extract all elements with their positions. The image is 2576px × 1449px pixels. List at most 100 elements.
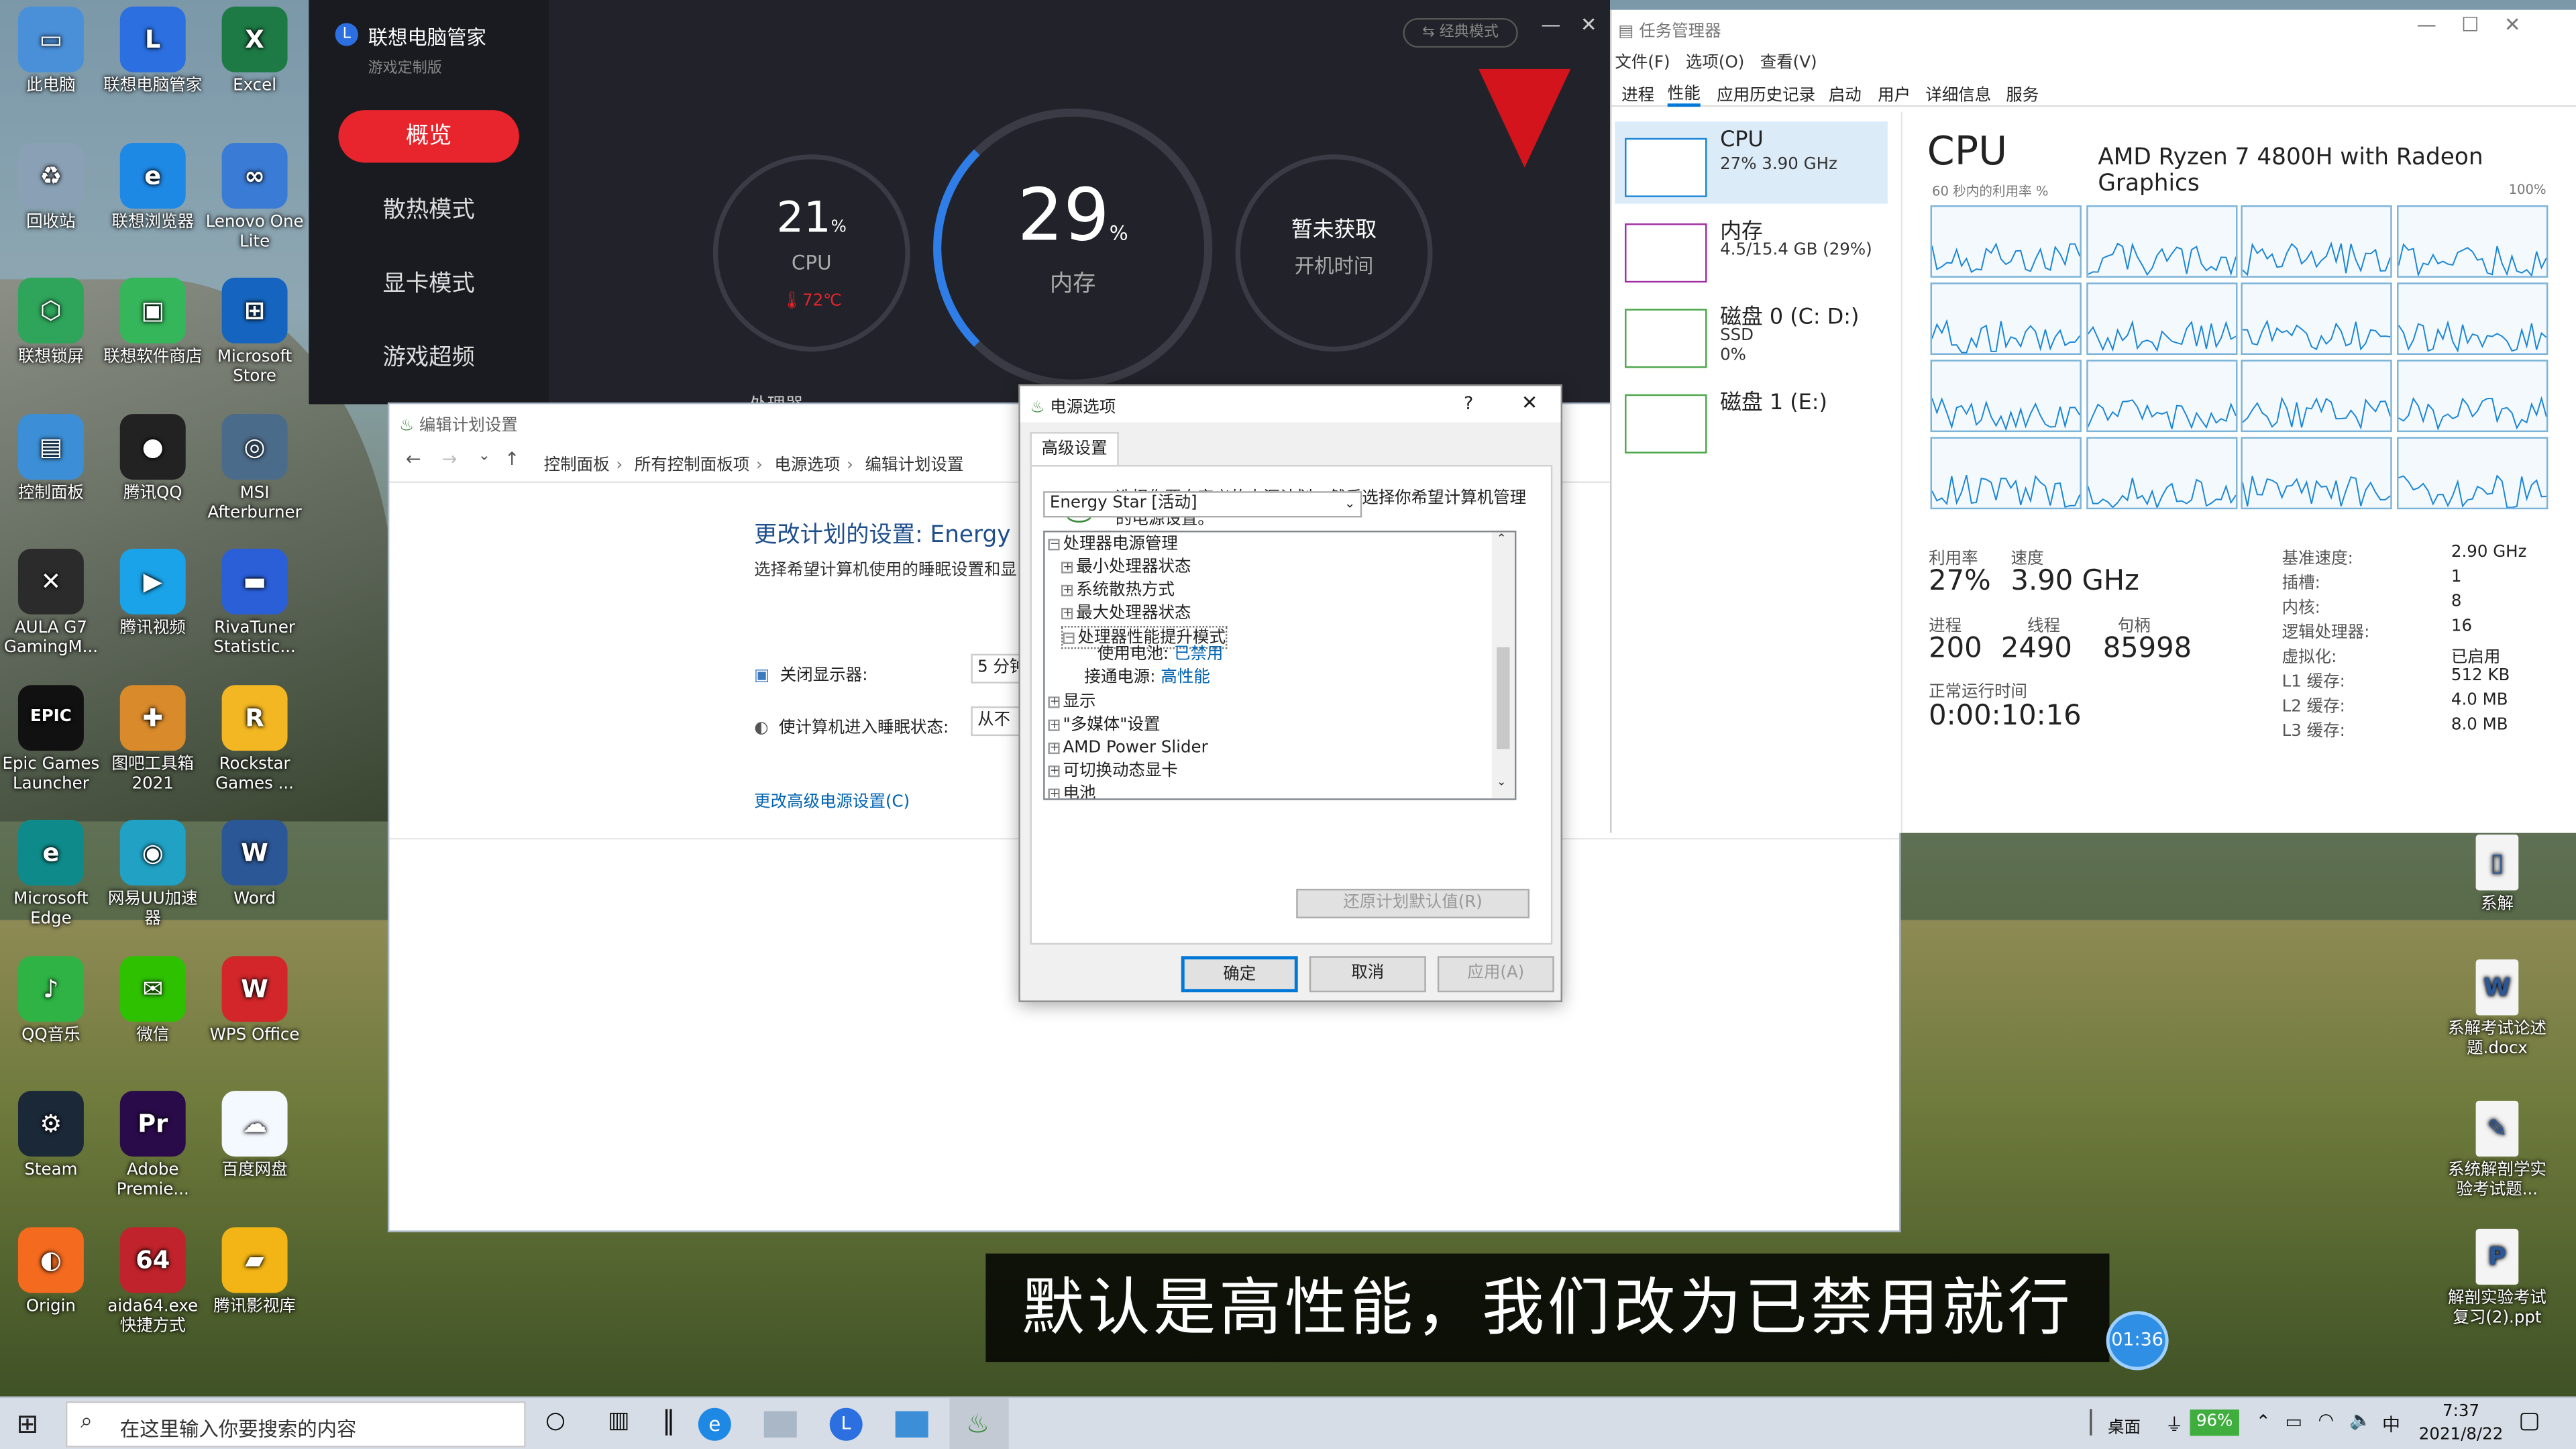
tree-node[interactable]: + 显示: [1048, 692, 1095, 714]
expand-toggle-icon[interactable]: +: [1048, 696, 1060, 708]
breadcrumb[interactable]: 控制面板 › 所有控制面板项 › 电源选项 › 编辑计划设置: [544, 450, 964, 475]
side-thumbnail-graph[interactable]: [1625, 138, 1707, 197]
apply-button[interactable]: 应用(A): [1437, 956, 1554, 993]
side-item-name[interactable]: 磁盘 0 (C: D:): [1720, 299, 1859, 331]
plug-icon[interactable]: ⏚: [2165, 1411, 2184, 1438]
expand-toggle-icon[interactable]: −: [1063, 632, 1075, 645]
desktop-icon[interactable]: ▶ 腾讯视频: [103, 548, 202, 639]
breadcrumb-control-panel[interactable]: 控制面板: [544, 457, 610, 475]
desktop-icon[interactable]: ▤ 控制面板: [1, 413, 100, 504]
tree-battery-setting[interactable]: 使用电池: 已禁用: [1097, 644, 1224, 667]
side-thumbnail-graph[interactable]: [1625, 394, 1707, 453]
tree-ac-setting[interactable]: 接通电源: 高性能: [1084, 667, 1210, 690]
desktop-icon[interactable]: EPIC Epic Games Launcher: [1, 684, 100, 794]
close-icon[interactable]: ✕: [1521, 391, 1538, 414]
ac-value[interactable]: 高性能: [1161, 669, 1210, 687]
expand-toggle-icon[interactable]: +: [1048, 765, 1060, 777]
battery-value[interactable]: 已禁用: [1174, 645, 1223, 663]
plan-select[interactable]: Energy Star [活动] ⌄: [1043, 491, 1362, 518]
desktop-icon[interactable]: ✚ 图吧工具箱2021: [103, 684, 202, 794]
restore-defaults-button[interactable]: 还原计划默认值(R): [1296, 888, 1530, 918]
tab-performance[interactable]: 性能: [1667, 79, 1701, 107]
tree-node[interactable]: − 处理器电源管理: [1048, 534, 1178, 557]
battery-icon[interactable]: ▭: [2286, 1411, 2302, 1433]
desktop-icon[interactable]: ▬ RivaTuner Statistic...: [205, 548, 304, 659]
desktop-icon[interactable]: ✕ AULA G7 GamingM...: [1, 548, 100, 659]
task-view-icon[interactable]: ▥: [608, 1408, 629, 1434]
taskbar-control-panel-icon[interactable]: [895, 1411, 928, 1438]
desktop-file-icon[interactable]: ✎ 系统解剖学实验考试题...: [2445, 1100, 2550, 1201]
side-item-name[interactable]: CPU: [1720, 128, 1764, 153]
tree-node[interactable]: + 可切换动态显卡: [1048, 761, 1178, 784]
recording-timer[interactable]: 01:36: [2106, 1311, 2169, 1371]
settings-tree[interactable]: − 处理器电源管理 + 最小处理器状态 + 系统散热方式 + 最大处理器状态 − 处理器性能提升模…: [1043, 531, 1517, 800]
desktop-icon[interactable]: 64 aida64.exe 快捷方式: [103, 1226, 202, 1336]
tab-processes[interactable]: 进程: [1621, 80, 1654, 105]
expand-toggle-icon[interactable]: +: [1061, 584, 1073, 596]
back-icon[interactable]: ←: [406, 449, 421, 470]
desktop-file-icon[interactable]: W 系解考试论述题.docx: [2445, 959, 2550, 1059]
desktop-icon[interactable]: L 联想电脑管家: [103, 6, 202, 97]
breadcrumb-all-items[interactable]: 所有控制面板项: [635, 457, 749, 475]
desktop-icon[interactable]: W Word: [205, 820, 304, 910]
menu-cooling-mode[interactable]: 散热模式: [338, 184, 519, 236]
desktop-icon[interactable]: R Rockstar Games ...: [205, 684, 304, 794]
tree-node[interactable]: + 系统散热方式: [1061, 580, 1175, 602]
desktop-file-icon[interactable]: ▯ 系解: [2445, 835, 2550, 915]
desktop-icon[interactable]: ⬡ 联想锁屏: [1, 277, 100, 368]
desktop-icon[interactable]: Pr Adobe Premie...: [103, 1091, 202, 1201]
chevron-down-icon[interactable]: ⌄: [1497, 775, 1506, 789]
menu-file[interactable]: 文件(F): [1615, 54, 1670, 72]
tree-scrollbar[interactable]: ⌃ ⌄: [1491, 532, 1515, 799]
tab-app-history[interactable]: 应用历史记录: [1717, 80, 1815, 105]
volume-icon[interactable]: 🔈: [2349, 1409, 2372, 1431]
cortana-icon[interactable]: ○: [545, 1408, 566, 1434]
menu-view[interactable]: 查看(V): [1760, 54, 1817, 72]
window-controls[interactable]: — ☐ ✕: [2416, 13, 2520, 36]
ime-indicator[interactable]: 中: [2382, 1411, 2400, 1438]
desktop-icon[interactable]: ◐ Origin: [1, 1226, 100, 1317]
side-item-name[interactable]: 磁盘 1 (E:): [1720, 384, 1827, 416]
desktop-icon[interactable]: X Excel: [205, 6, 304, 97]
menu-game-overclock[interactable]: 游戏超频: [338, 332, 519, 384]
side-thumbnail-graph[interactable]: [1625, 309, 1707, 368]
menu-options[interactable]: 选项(O): [1686, 54, 1744, 72]
help-button[interactable]: ?: [1464, 392, 1473, 414]
taskbar-power-options-active[interactable]: ♨: [949, 1398, 1009, 1449]
tree-node[interactable]: + AMD Power Slider: [1048, 738, 1208, 761]
chevron-up-icon[interactable]: ⌃: [1497, 532, 1506, 545]
desktop-icon[interactable]: ⚙ Steam: [1, 1091, 100, 1181]
notification-icon[interactable]: ▢: [2518, 1408, 2540, 1434]
desktop-icon[interactable]: ▭ 此电脑: [1, 6, 100, 97]
expand-toggle-icon[interactable]: +: [1048, 742, 1060, 755]
desktop-icon[interactable]: ♪ QQ音乐: [1, 955, 100, 1046]
close-icon[interactable]: ✕: [1580, 13, 1597, 36]
breadcrumb-power-options[interactable]: 电源选项: [774, 457, 840, 475]
desktop-icon[interactable]: ✉ 微信: [103, 955, 202, 1046]
cancel-button[interactable]: 取消: [1309, 956, 1426, 993]
expand-toggle-icon[interactable]: +: [1048, 788, 1060, 799]
tab-services[interactable]: 服务: [2006, 80, 2039, 105]
up-icon[interactable]: ↑: [504, 449, 520, 470]
desktop-icon[interactable]: e 联想浏览器: [103, 142, 202, 233]
expand-toggle-icon[interactable]: −: [1048, 538, 1060, 551]
forward-icon[interactable]: →: [442, 449, 458, 470]
classic-mode-button[interactable]: ⇆ 经典模式: [1403, 17, 1518, 48]
desktop-file-icon[interactable]: P 解剖实验考试复习(2).ppt: [2445, 1228, 2550, 1329]
desktop-icon[interactable]: e Microsoft Edge: [1, 820, 100, 930]
desktop-icon[interactable]: ☁ 百度网盘: [205, 1091, 304, 1181]
desktop-icon[interactable]: ∞ Lenovo One Lite: [205, 142, 304, 252]
battery-indicator[interactable]: 96%: [2190, 1409, 2239, 1436]
desktop-icon[interactable]: ◉ 网易UU加速器: [103, 820, 202, 930]
ok-button[interactable]: 确定: [1181, 956, 1298, 993]
desktop-icon[interactable]: ● 腾讯QQ: [103, 413, 202, 504]
taskbar-task-manager-icon[interactable]: [763, 1411, 797, 1438]
minimize-icon[interactable]: —: [1541, 13, 1560, 36]
desktop-icon[interactable]: ▣ 联想软件商店: [103, 277, 202, 368]
chevron-up-icon[interactable]: ⌃: [2255, 1411, 2271, 1433]
desktop-icon[interactable]: ▰ 腾讯影视库: [205, 1226, 304, 1317]
expand-toggle-icon[interactable]: +: [1048, 718, 1060, 731]
tab-details[interactable]: 详细信息: [1925, 80, 1991, 105]
desktop-icon[interactable]: ⊞ Microsoft Store: [205, 277, 304, 388]
desktop-toolbar[interactable]: 桌面: [2108, 1413, 2141, 1438]
